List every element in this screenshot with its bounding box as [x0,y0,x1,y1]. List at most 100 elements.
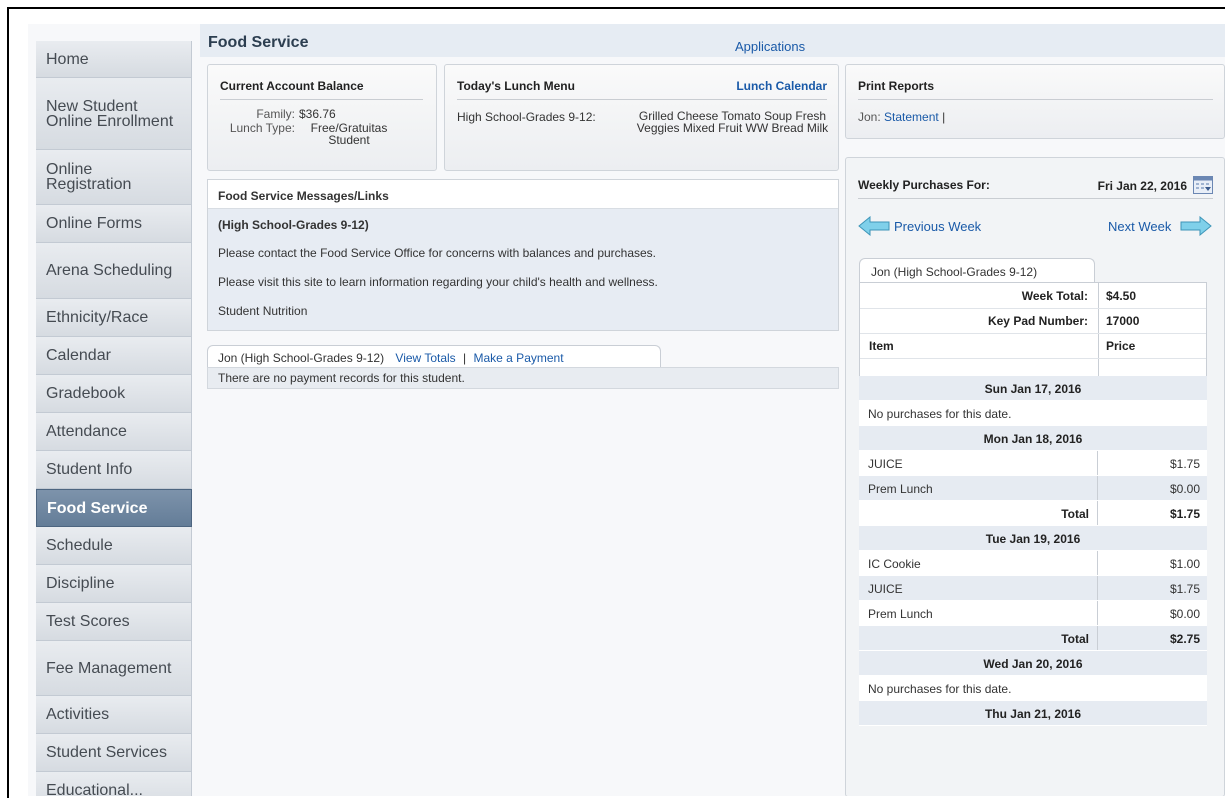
purchase-item-row: JUICE $1.75 [859,451,1207,476]
calendar-picker-icon[interactable] [1193,176,1213,194]
payments-tab[interactable]: Jon (High School-Grades 9-12) View Total… [207,345,661,368]
column-price-header: Price [1106,339,1136,353]
messages-line-2: Please visit this site to learn informat… [218,275,658,289]
family-balance: $36.76 [299,107,336,121]
lunch-menu-heading: Today's Lunch Menu [457,79,575,93]
purchases-table: Sun Jan 17, 2016 No purchases for this da… [859,376,1207,726]
sidebar-item-test-scores[interactable]: Test Scores [36,603,192,641]
weekly-student-label: Jon (High School-Grades 9-12) [871,265,1038,279]
purchase-item-name: Prem Lunch [868,482,933,496]
sidebar-item-fee-management[interactable]: Fee Management [36,641,192,696]
purchase-date-row: Wed Jan 20, 2016 [859,651,1207,676]
payment-records: There are no payment records for this st… [207,367,839,389]
food-service-messages-panel: Food Service Messages/Links (High School… [207,179,839,331]
keypad-label: Key Pad Number: [987,314,1088,328]
purchase-date-row: Tue Jan 19, 2016 [859,526,1207,551]
keypad-value: 17000 [1106,314,1140,328]
sidebar-item-food-service[interactable]: Food Service [36,489,192,527]
messages-grade-heading: (High School-Grades 9-12) [218,218,369,232]
purchase-item-name: JUICE [868,457,903,471]
messages-line-1: Please contact the Food Service Office f… [218,246,657,260]
messages-heading: Food Service Messages/Links [208,180,838,209]
page-title: Food Service [208,34,309,51]
applications-link[interactable]: Applications [735,39,805,54]
purchase-date: Wed Jan 20, 2016 [983,657,1083,671]
statement-link[interactable]: Statement [884,110,939,124]
purchase-item-row: Prem Lunch $0.00 [859,476,1207,501]
sidebar-item-schedule[interactable]: Schedule [36,527,192,565]
print-reports-panel: Print Reports Jon: Statement | [845,64,1225,139]
sidebar-item-home[interactable]: Home [36,41,192,78]
purchase-item-name: JUICE [868,582,903,596]
purchase-item-price: $0.00 [1169,482,1200,496]
day-total-label: Total [1061,507,1089,521]
purchase-date: Thu Jan 21, 2016 [984,707,1082,721]
weekly-student-tab[interactable]: Jon (High School-Grades 9-12) [859,258,1095,283]
sidebar-item-calendar[interactable]: Calendar [36,337,192,375]
purchase-date-row: Sun Jan 17, 2016 [859,376,1207,401]
family-label: Family: [256,107,295,121]
purchase-item-price: $1.75 [1169,582,1200,596]
payments-separator: | [463,351,467,365]
purchase-item-row: JUICE $1.75 [859,576,1207,601]
next-week-button[interactable]: Next Week [1102,215,1212,239]
day-total-value: $2.75 [1169,632,1200,646]
view-totals-link[interactable]: View Totals [395,351,455,365]
no-purchases-row: No purchases for this date. [859,401,1207,426]
lunch-type-label: Lunch Type: [229,121,295,135]
header-bar [200,24,1225,57]
lunch-type-value: Free/Gratuitas Student [310,121,388,147]
make-payment-link[interactable]: Make a Payment [474,351,564,365]
purchase-item-price: $0.00 [1169,607,1200,621]
sidebar-item-student-services[interactable]: Student Services [36,734,192,772]
account-balance-panel: Current Account Balance Family: $36.76 L… [207,64,437,171]
sidebar-item-discipline[interactable]: Discipline [36,565,192,603]
purchase-item-name: Prem Lunch [868,607,933,621]
week-total-label: Week Total: [1021,289,1088,303]
sidebar-item-activities[interactable]: Activities [36,696,192,734]
no-purchases-note: No purchases for this date. [868,682,1012,696]
page-content: Home New Student Online Enrollment Onlin… [28,24,1225,796]
print-reports-heading: Print Reports [858,79,1213,100]
weekly-date: Fri Jan 22, 2016 [1097,179,1187,193]
account-balance-heading: Current Account Balance [220,79,423,100]
student-nutrition-link[interactable]: Student Nutrition [218,304,307,318]
lunch-calendar-link[interactable]: Lunch Calendar [736,79,827,93]
purchase-date: Tue Jan 19, 2016 [985,532,1081,546]
purchase-item-name: IC Cookie [868,557,921,571]
purchase-item-price: $1.75 [1169,457,1200,471]
menu-items: Grilled Cheese Tomato Soup Fresh Veggies… [636,109,829,135]
report-student-label: Jon: [858,110,881,124]
weekly-purchases-panel: Weekly Purchases For: Fri Jan 22, 2016 P… [845,157,1225,796]
purchase-date: Sun Jan 17, 2016 [984,382,1082,396]
sidebar-item-new-student-enrollment[interactable]: New Student Online Enrollment [36,78,192,150]
next-week-label: Next Week [1108,219,1172,234]
sidebar-item-student-info[interactable]: Student Info [36,451,192,489]
no-purchases-row: No purchases for this date. [859,676,1207,701]
purchase-item-price: $1.00 [1169,557,1200,571]
purchase-date-row: Thu Jan 21, 2016 [859,701,1207,726]
day-total-value: $1.75 [1169,507,1200,521]
report-separator: | [942,110,946,124]
sidebar-item-arena-scheduling[interactable]: Arena Scheduling [36,243,192,299]
sidebar-item-educational[interactable]: Educational... [36,772,192,796]
column-item-header: Item [869,339,894,353]
purchase-date: Mon Jan 18, 2016 [983,432,1083,446]
sidebar-item-online-forms[interactable]: Online Forms [36,205,192,243]
sidebar-nav: Home New Student Online Enrollment Onlin… [36,41,192,796]
sidebar-item-attendance[interactable]: Attendance [36,413,192,451]
previous-week-label: Previous Week [894,219,982,234]
sidebar-item-ethnicity-race[interactable]: Ethnicity/Race [36,299,192,337]
purchase-date-row: Mon Jan 18, 2016 [859,426,1207,451]
payments-tab-student: Jon (High School-Grades 9-12) [218,351,385,365]
menu-grade-label: High School-Grades 9-12: [457,110,596,124]
sidebar-item-online-registration[interactable]: Online Registration [36,150,192,205]
sidebar-item-gradebook[interactable]: Gradebook [36,375,192,413]
purchase-item-row: Prem Lunch $0.00 [859,601,1207,626]
arrow-right-icon [1180,215,1212,239]
purchase-item-row: IC Cookie $1.00 [859,551,1207,576]
day-total-label: Total [1061,632,1089,646]
no-purchases-note: No purchases for this date. [868,407,1012,421]
lunch-menu-panel: Today's Lunch Menu Lunch Calendar High S… [444,64,839,171]
arrow-left-icon [858,215,890,239]
